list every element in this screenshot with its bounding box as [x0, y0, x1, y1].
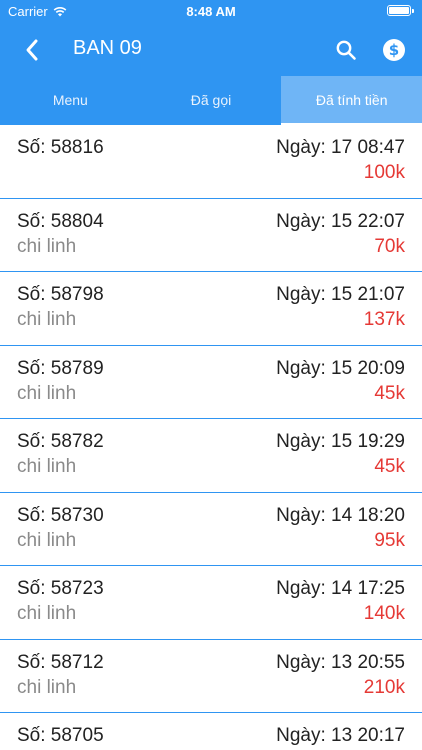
order-row[interactable]: Số: 58723 chi linh Ngày: 14 17:25 140k [0, 566, 422, 640]
order-row[interactable]: Số: 58804 chi linh Ngày: 15 22:07 70k [0, 199, 422, 272]
order-date: Ngày: 13 20:55 [276, 651, 405, 673]
order-amount: 140k [363, 603, 405, 624]
order-amount: 210k [363, 676, 405, 698]
order-date: Ngày: 13 20:17 [276, 725, 405, 746]
order-row[interactable]: Số: 58782 chi linh Ngày: 15 19:29 45k [0, 419, 422, 493]
page-title: BAN 09 [73, 37, 142, 59]
order-row[interactable]: Số: 58705 Ngày: 13 20:17 [0, 713, 422, 750]
order-amount: 100k [363, 162, 405, 183]
order-date: Ngày: 15 22:07 [276, 210, 405, 232]
status-right [387, 5, 414, 16]
pay-button[interactable]: $ [380, 36, 408, 64]
nav-bar: BAN 09 $ [0, 24, 422, 76]
order-number: Số: 58705 [17, 725, 104, 746]
order-customer: chi linh [17, 382, 77, 404]
battery-icon [387, 5, 411, 16]
order-date: Ngày: 14 17:25 [276, 578, 405, 599]
order-number: Số: 58730 [17, 504, 104, 526]
search-button[interactable] [332, 36, 360, 64]
order-date: Ngày: 15 20:09 [276, 357, 405, 379]
app-screen: Carrier 8:48 AM BAN 09 $ Menu Đã gọi Đã … [0, 0, 422, 750]
svg-text:$: $ [389, 41, 399, 59]
order-number: Số: 58712 [17, 651, 104, 673]
order-customer: chi linh [17, 235, 77, 257]
order-row[interactable]: Số: 58816 Ngày: 17 08:47 100k [0, 125, 422, 199]
header: Carrier 8:48 AM BAN 09 $ Menu Đã gọi Đã … [0, 0, 422, 125]
order-date: Ngày: 14 18:20 [276, 504, 405, 526]
order-amount: 137k [363, 309, 405, 330]
tab-menu[interactable]: Menu [0, 76, 141, 125]
order-date: Ngày: 15 21:07 [276, 284, 405, 305]
dollar-circle-icon: $ [383, 39, 405, 61]
order-number: Số: 58723 [17, 578, 104, 599]
order-amount: 45k [374, 382, 405, 404]
order-date: Ngày: 17 08:47 [276, 137, 405, 158]
order-customer: chi linh [17, 309, 77, 330]
order-amount: 45k [374, 456, 405, 477]
order-number: Số: 58798 [17, 284, 104, 305]
order-amount: 70k [374, 235, 405, 257]
order-customer: chi linh [17, 676, 77, 698]
tab-paid[interactable]: Đã tính tiền [281, 76, 422, 125]
order-number: Số: 58816 [17, 137, 104, 158]
order-row[interactable]: Số: 58712 chi linh Ngày: 13 20:55 210k [0, 640, 422, 713]
battery-fill [389, 7, 409, 14]
order-customer: chi linh [17, 603, 77, 624]
order-number: Số: 58782 [17, 431, 104, 452]
order-number: Số: 58789 [17, 357, 104, 379]
search-icon [336, 40, 356, 60]
order-row[interactable]: Số: 58798 chi linh Ngày: 15 21:07 137k [0, 272, 422, 346]
order-amount: 95k [374, 529, 405, 551]
order-date: Ngày: 15 19:29 [276, 431, 405, 452]
order-list: Số: 58816 Ngày: 17 08:47 100k Số: 58804 … [0, 125, 422, 750]
tab-ordered[interactable]: Đã gọi [141, 76, 282, 125]
back-button[interactable] [18, 36, 46, 64]
status-bar: Carrier 8:48 AM [0, 0, 422, 24]
order-customer: chi linh [17, 529, 77, 551]
order-row[interactable]: Số: 58730 chi linh Ngày: 14 18:20 95k [0, 493, 422, 566]
battery-tip [412, 8, 414, 13]
order-row[interactable]: Số: 58789 chi linh Ngày: 15 20:09 45k [0, 346, 422, 419]
tab-bar: Menu Đã gọi Đã tính tiền [0, 76, 422, 125]
status-time: 8:48 AM [186, 4, 236, 19]
order-customer: chi linh [17, 456, 77, 477]
order-number: Số: 58804 [17, 210, 104, 232]
chevron-left-icon [26, 39, 38, 61]
